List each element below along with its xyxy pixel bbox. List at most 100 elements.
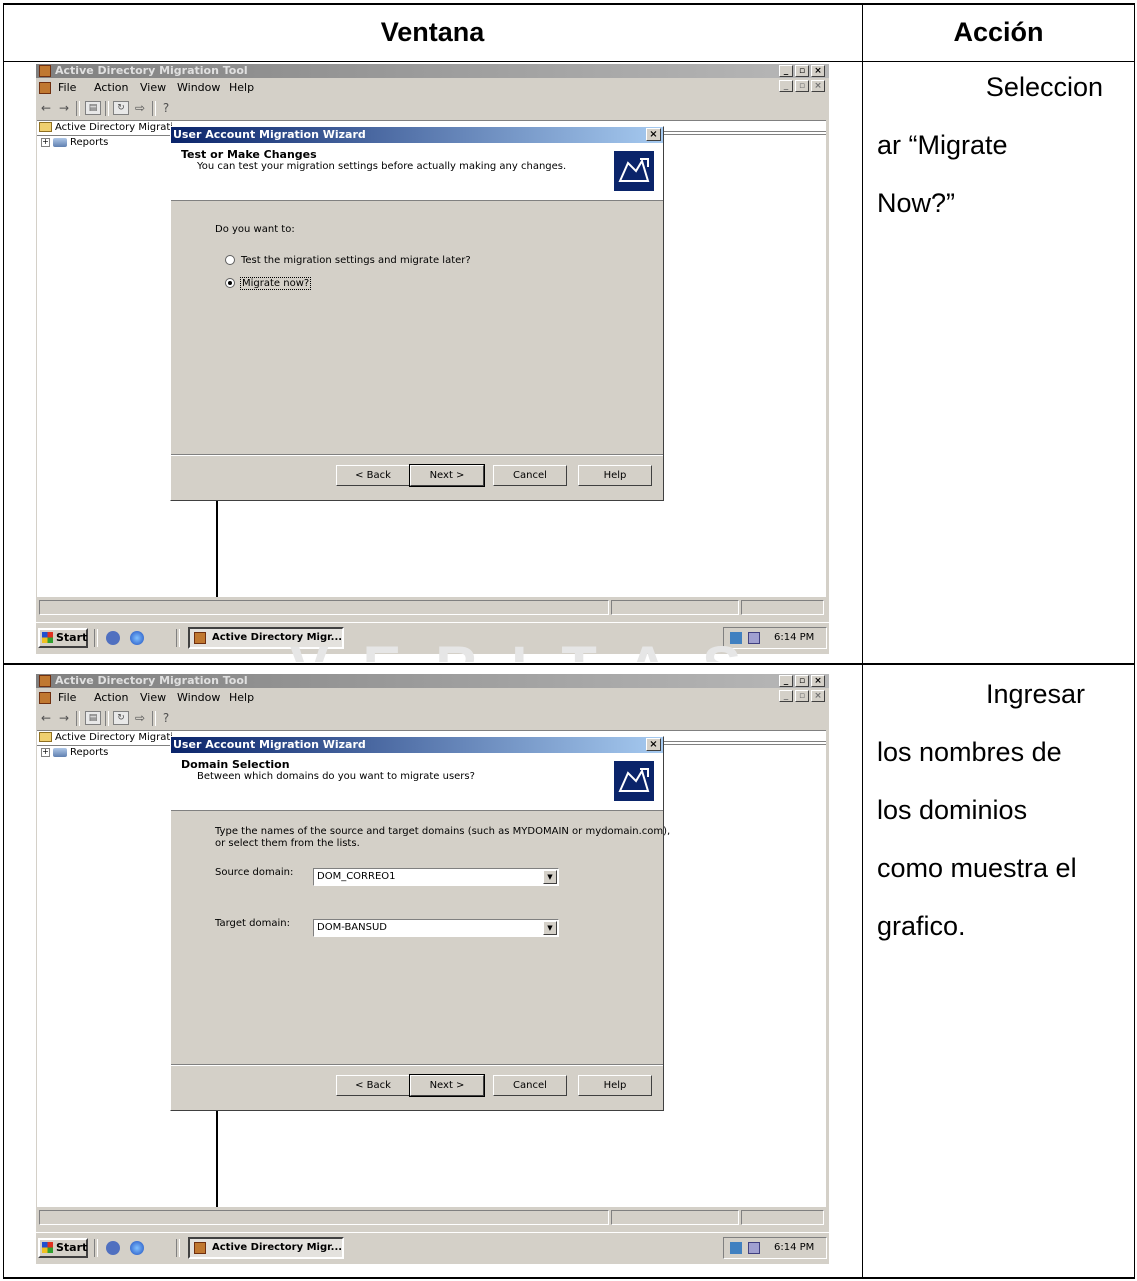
table-column-divider [862,3,863,1279]
desktop-icon[interactable] [106,631,120,645]
menu-bar: File Action View Window Help [36,79,829,97]
wizard-buttons: < Back Next > Cancel Help [171,1074,663,1097]
maximize-button[interactable]: ▫ [795,675,809,687]
option-test-later[interactable]: Test the migration settings and migrate … [225,255,471,266]
source-domain-combo[interactable]: DOM_CORREO1 ▼ [313,868,559,886]
menu-file[interactable]: File [58,689,76,707]
tree-root[interactable]: Active Directory Migrati [37,121,172,136]
header-accion: Acción [953,16,1044,47]
accion-line: Now?” [877,188,956,218]
radio-test-later[interactable] [225,255,235,265]
menu-window[interactable]: Window [177,79,220,97]
taskbar-app-button[interactable]: Active Directory Migr... [188,1237,344,1259]
menu-view[interactable]: View [140,79,166,97]
menu-window[interactable]: Window [177,689,220,707]
quicklaunch-separator [94,629,98,647]
refresh-icon[interactable]: ↻ [113,101,129,115]
show-tree-icon[interactable]: ▤ [85,101,101,115]
wizard-separator [171,1064,663,1066]
option-migrate-now[interactable]: Migrate now? [225,277,312,290]
accion-line: los dominios [877,795,1028,825]
app-icon [194,1242,206,1254]
menu-action[interactable]: Action [94,79,128,97]
app-titlebar: Active Directory Migration Tool _ ▫ × [36,64,829,78]
help-topic-icon[interactable]: ? [158,711,174,725]
toolbar-separator [76,711,80,726]
wizard-logo-icon [614,151,654,191]
app-icon [39,675,51,687]
wizard-dialog: User Account Migration Wizard × Domain S… [170,736,670,1111]
minimize-button[interactable]: _ [779,65,793,77]
cancel-button[interactable]: Cancel [493,465,567,486]
tree-root[interactable]: Active Directory Migrati [37,731,172,746]
expand-icon[interactable]: + [41,137,50,147]
export-list-icon[interactable]: ⇨ [132,711,148,725]
next-button[interactable]: Next > [409,1074,485,1097]
app-menu-icon[interactable] [39,82,51,94]
export-list-icon[interactable]: ⇨ [132,101,148,115]
status-segment [611,1210,739,1225]
menu-file[interactable]: File [58,79,76,97]
window-controls: _ ▫ × [779,675,825,687]
network-icon[interactable] [730,1242,742,1254]
back-button[interactable]: < Back [336,465,410,486]
forward-arrow-icon[interactable]: → [56,101,72,115]
back-arrow-icon[interactable]: ← [38,101,54,115]
start-button[interactable]: Start [38,628,88,648]
internet-explorer-icon[interactable] [130,1241,144,1255]
cancel-button[interactable]: Cancel [493,1075,567,1096]
refresh-icon[interactable]: ↻ [113,711,129,725]
menu-help[interactable]: Help [229,689,254,707]
toolbar: ← → ▤ ↻ ⇨ ? [36,709,829,727]
wizard-logo-icon [614,761,654,801]
app-title: Active Directory Migration Tool [55,64,248,77]
forward-arrow-icon[interactable]: → [56,711,72,725]
app-menu-icon[interactable] [39,692,51,704]
status-segment [741,1210,824,1225]
taskbar-app-label: Active Directory Migr... [212,1242,343,1253]
minimize-button[interactable]: _ [779,675,793,687]
maximize-button[interactable]: ▫ [795,65,809,77]
toolbar-separator [105,101,109,116]
expand-icon[interactable]: + [41,747,50,757]
start-button[interactable]: Start [38,1238,88,1258]
screenshot-migrate-now: Active Directory Migration Tool _ ▫ × _ … [36,64,829,654]
close-button[interactable]: × [811,675,825,687]
chevron-down-icon[interactable]: ▼ [543,870,557,884]
instructions-line: Type the names of the source and target … [215,826,671,837]
server-icon[interactable] [748,1242,760,1254]
menu-action[interactable]: Action [94,689,128,707]
option-test-later-label: Test the migration settings and migrate … [241,255,471,266]
next-button[interactable]: Next > [409,464,485,487]
help-button[interactable]: Help [578,465,652,486]
wizard-header: Domain Selection Between which domains d… [171,753,663,811]
tree-item-label: Reports [70,137,109,148]
status-segment [741,600,824,615]
menu-view[interactable]: View [140,689,166,707]
desktop-icon[interactable] [106,1241,120,1255]
internet-explorer-icon[interactable] [130,631,144,645]
tree-item-reports[interactable]: + Reports [41,747,108,759]
radio-migrate-now[interactable] [225,278,235,288]
wizard-titlebar: User Account Migration Wizard × [171,127,663,143]
window-controls: _ ▫ × [779,65,825,77]
chevron-down-icon[interactable]: ▼ [543,921,557,935]
back-arrow-icon[interactable]: ← [38,711,54,725]
help-topic-icon[interactable]: ? [158,101,174,115]
toolbar-separator [152,101,156,116]
wizard-close-button[interactable]: × [646,128,661,141]
wizard-buttons: < Back Next > Cancel Help [171,464,663,487]
pane-splitter[interactable] [216,1101,218,1207]
toolbar: ← → ▤ ↻ ⇨ ? [36,99,829,117]
source-domain-value: DOM_CORREO1 [317,871,396,882]
wizard-close-button[interactable]: × [646,738,661,751]
target-domain-combo[interactable]: DOM-BANSUD ▼ [313,919,559,937]
menu-help[interactable]: Help [229,79,254,97]
show-tree-icon[interactable]: ▤ [85,711,101,725]
back-button[interactable]: < Back [336,1075,410,1096]
help-button[interactable]: Help [578,1075,652,1096]
close-button[interactable]: × [811,65,825,77]
tree-item-reports[interactable]: + Reports [41,137,108,149]
pane-splitter[interactable] [216,491,218,597]
wizard-dialog: User Account Migration Wizard × Test or … [170,126,664,501]
